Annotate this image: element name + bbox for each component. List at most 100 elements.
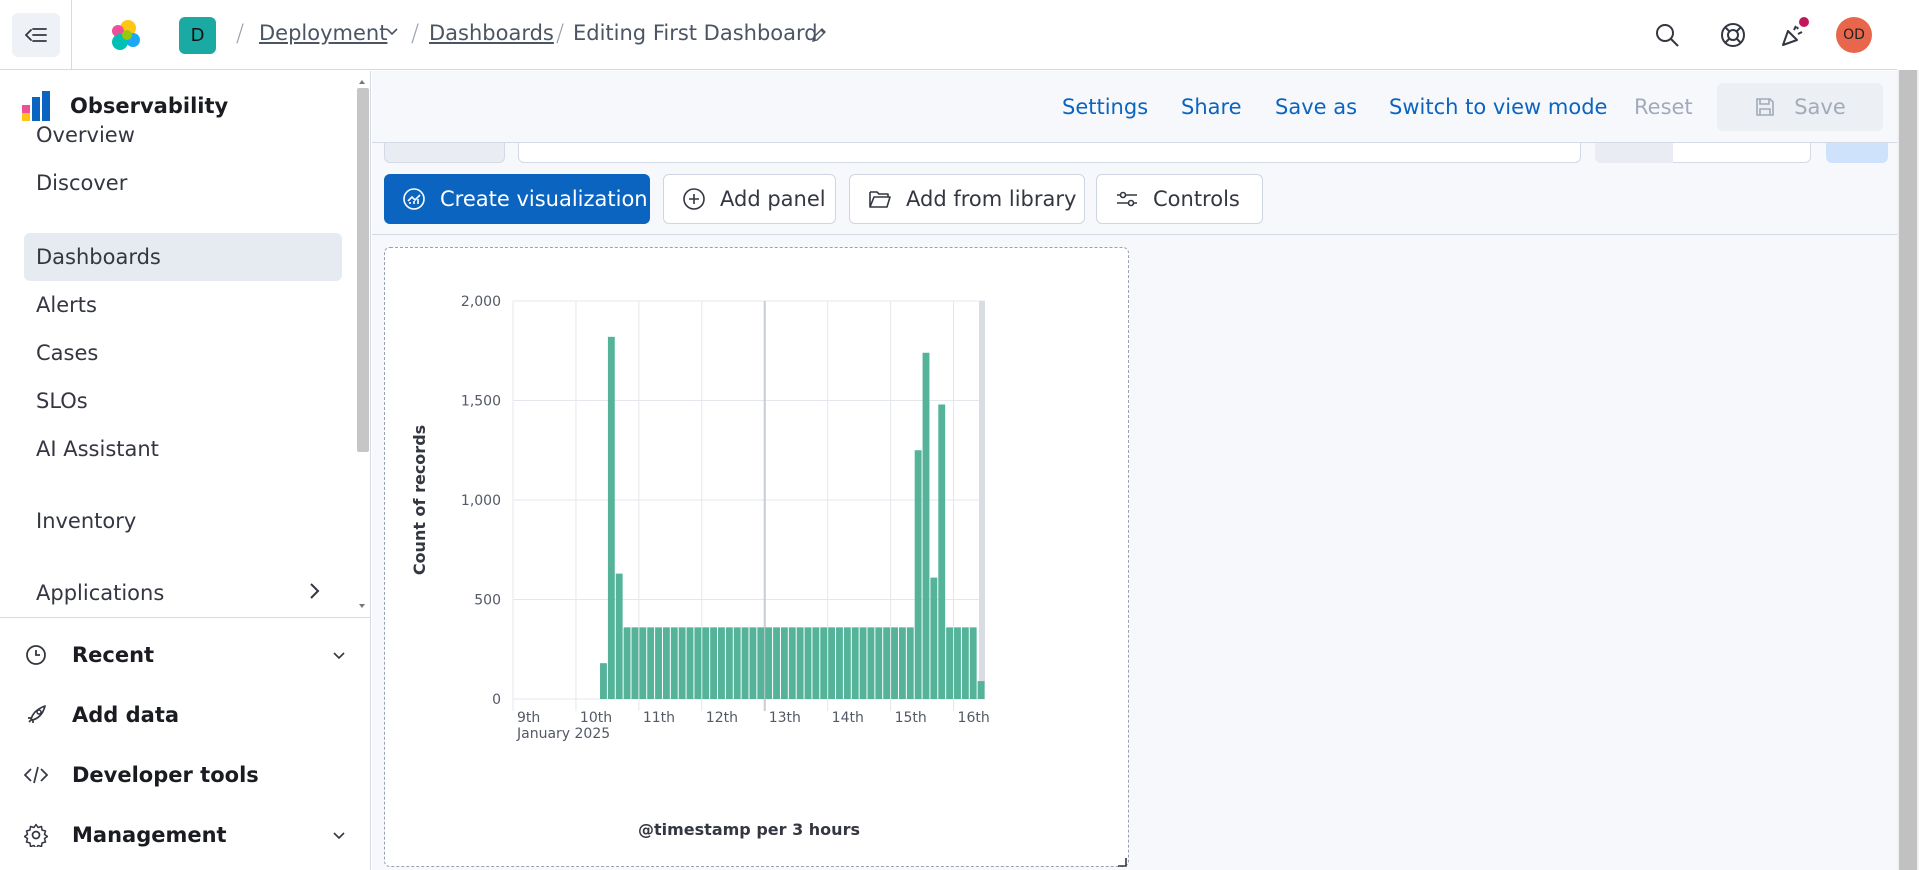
create-visualization-button[interactable]: Create visualization xyxy=(384,174,650,224)
add-from-library-button[interactable]: Add from library xyxy=(849,174,1085,224)
histogram-bar xyxy=(788,627,796,699)
nav-section-developer-tools[interactable]: Developer tools xyxy=(22,751,347,799)
chart-bars xyxy=(600,336,985,699)
nav-item-label: SLOs xyxy=(36,389,88,413)
search-button[interactable] xyxy=(1650,18,1684,52)
histogram-bar xyxy=(906,627,914,699)
histogram-bar xyxy=(749,627,757,699)
nav-item-label: Inventory xyxy=(36,509,137,533)
query-language-switcher[interactable] xyxy=(384,143,505,163)
add-panel-button[interactable]: Add panel xyxy=(663,174,836,224)
reset-button[interactable]: Reset xyxy=(1634,95,1693,119)
breadcrumb-dashboards[interactable]: Dashboards xyxy=(429,21,554,45)
histogram-bar xyxy=(804,627,812,699)
search-icon xyxy=(1656,24,1679,47)
date-quick-select[interactable] xyxy=(1595,143,1673,163)
nav-section-recent[interactable]: Recent xyxy=(22,631,347,679)
save-as-button[interactable]: Save as xyxy=(1275,95,1357,119)
header-divider xyxy=(71,0,72,70)
nav-item-inventory[interactable]: Inventory xyxy=(24,497,342,545)
y-axis-title: Count of records xyxy=(410,425,429,575)
nav-item-dashboards[interactable]: Dashboards xyxy=(24,233,342,281)
histogram-bar xyxy=(836,627,843,699)
plus-circle-icon xyxy=(683,188,705,210)
nav-item-alerts[interactable]: Alerts xyxy=(24,281,342,329)
x-tick-label: 15th xyxy=(895,710,927,726)
controls-button[interactable]: Controls xyxy=(1096,174,1263,224)
query-input[interactable] xyxy=(518,143,1581,163)
histogram-bar xyxy=(647,627,655,699)
current-time-marker xyxy=(979,301,985,699)
nav-item-cases[interactable]: Cases xyxy=(24,329,342,377)
nav-item-overview[interactable]: Overview xyxy=(24,111,342,159)
nav-section-add-data[interactable]: Add data xyxy=(22,691,347,739)
nav-item-label: Overview xyxy=(36,123,135,147)
histogram-bar xyxy=(623,627,631,699)
histogram-bar xyxy=(780,627,788,699)
controls-sliders-icon xyxy=(1117,191,1137,207)
histogram-bar xyxy=(828,627,836,699)
chevron-right-icon[interactable] xyxy=(306,581,322,601)
nav-section-label: Recent xyxy=(72,643,155,667)
histogram-bar xyxy=(859,627,867,699)
nav-item-discover[interactable]: Discover xyxy=(24,159,342,207)
switch-to-view-mode-button[interactable]: Switch to view mode xyxy=(1389,95,1607,119)
nav-section-label: Developer tools xyxy=(72,763,259,787)
save-button[interactable]: Save xyxy=(1717,83,1883,131)
breadcrumb-separator: / xyxy=(556,19,565,47)
nav-section-management[interactable]: Management xyxy=(22,811,347,859)
histogram-bar xyxy=(702,627,710,699)
x-tick-label: 12th xyxy=(706,710,738,726)
histogram-bar xyxy=(922,352,930,699)
histogram-bar xyxy=(607,336,615,699)
nav-scrollbar-thumb[interactable] xyxy=(357,88,369,452)
help-button[interactable] xyxy=(1716,18,1750,52)
add-from-library-label: Add from library xyxy=(906,187,1077,211)
resize-handle-icon[interactable] xyxy=(1117,857,1127,867)
x-axis-title: @timestamp per 3 hours xyxy=(638,820,860,839)
x-tick-label: 16th xyxy=(958,710,990,726)
histogram-bar xyxy=(741,627,749,699)
nav-section-label: Management xyxy=(72,823,227,847)
nav-item-applications[interactable]: Applications xyxy=(24,569,342,617)
histogram-bar xyxy=(678,627,686,699)
histogram-bar xyxy=(851,627,859,699)
avatar-initials: OD xyxy=(1843,27,1865,43)
dashboard-top-nav: Settings Share Save as Switch to view mo… xyxy=(372,71,1897,143)
page-scrollbar-thumb[interactable] xyxy=(1899,70,1917,870)
histogram-bar xyxy=(615,573,623,699)
nav-divider xyxy=(0,617,370,618)
share-button[interactable]: Share xyxy=(1181,95,1242,119)
x-tick-label: 11th xyxy=(643,710,675,726)
histogram-bar xyxy=(733,627,741,699)
nav-item-slos[interactable]: SLOs xyxy=(24,377,342,425)
histogram-bar xyxy=(796,627,804,699)
refresh-button[interactable] xyxy=(1826,143,1888,163)
top-header: D / Deployment / Dashboards / Editing Fi… xyxy=(0,0,1897,70)
histogram-bar xyxy=(820,627,828,699)
chevron-down-icon xyxy=(333,832,345,840)
settings-button[interactable]: Settings xyxy=(1062,95,1148,119)
histogram-bar xyxy=(930,577,938,699)
x-tick-label: 9th xyxy=(517,710,540,726)
chart-grid xyxy=(512,300,985,711)
histogram-bar xyxy=(954,627,961,699)
x-tick-label: 13th xyxy=(769,710,801,726)
visualization-panel[interactable]: 0 500 1,000 1,500 2,000 9th 10th 11th 12th 13th 14… xyxy=(384,247,1129,867)
space-avatar[interactable]: D xyxy=(179,17,216,54)
histogram-bar xyxy=(773,627,780,699)
histogram-bar xyxy=(875,627,883,699)
histogram-bar xyxy=(670,627,678,699)
histogram-bar xyxy=(883,627,891,699)
user-avatar[interactable]: OD xyxy=(1836,17,1872,53)
elastic-logo-icon[interactable] xyxy=(107,17,143,53)
histogram-bar xyxy=(694,627,702,699)
pencil-icon[interactable] xyxy=(810,26,828,44)
collapse-nav-button[interactable] xyxy=(12,13,60,57)
chevron-down-icon[interactable] xyxy=(384,24,400,40)
histogram-bar xyxy=(914,450,922,699)
nav-item-ai-assistant[interactable]: AI Assistant xyxy=(24,425,342,473)
x-sublabel: January 2025 xyxy=(516,726,610,742)
breadcrumb-deployment[interactable]: Deployment xyxy=(259,21,387,45)
histogram-bar xyxy=(765,627,773,699)
